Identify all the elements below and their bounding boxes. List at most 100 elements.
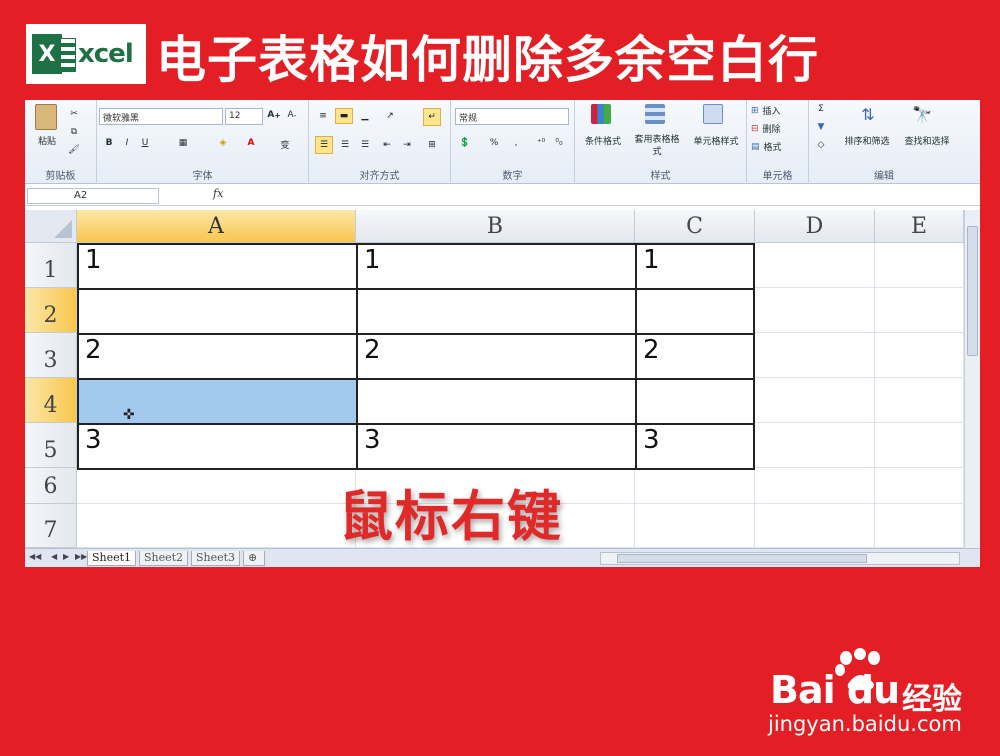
name-box[interactable]: A2 <box>27 188 159 204</box>
row-header-2[interactable]: 2 <box>25 288 77 333</box>
horizontal-scrollbar[interactable] <box>600 552 960 565</box>
conditional-format-button[interactable]: 条件格式 <box>577 134 629 147</box>
fx-icon[interactable]: fx <box>213 187 223 200</box>
bold-button[interactable]: B <box>103 138 115 148</box>
prev-sheet-icon[interactable]: ◀ <box>51 552 57 561</box>
cell-b1[interactable]: 1 <box>356 243 637 290</box>
cell-a7[interactable] <box>77 504 356 548</box>
fill-color-icon[interactable]: ◈ <box>215 138 231 148</box>
autosum-icon[interactable]: Σ <box>813 104 829 114</box>
phonetic-icon[interactable]: 变 <box>277 138 293 151</box>
font-name-select[interactable]: 微软雅黑 <box>99 108 223 125</box>
cell-e2[interactable] <box>875 288 964 333</box>
cell-d5[interactable] <box>755 423 875 468</box>
percent-button[interactable]: % <box>487 138 501 148</box>
paste-button[interactable]: 粘贴 <box>31 134 63 147</box>
row-header-5[interactable]: 5 <box>25 423 77 468</box>
cell-d3[interactable] <box>755 333 875 378</box>
align-right-icon[interactable]: ☰ <box>357 136 373 154</box>
sheet-tab-3[interactable]: Sheet3 <box>191 551 241 566</box>
format-as-table-button[interactable]: 套用表格格式 <box>631 134 683 158</box>
cell-e4[interactable] <box>875 378 964 423</box>
cell-c7[interactable] <box>635 504 755 548</box>
align-top-icon[interactable]: ≡ <box>315 108 331 124</box>
last-sheet-icon[interactable]: ▶▶ <box>75 552 87 561</box>
decrease-indent-icon[interactable]: ⇤ <box>379 136 395 154</box>
cell-e6[interactable] <box>875 468 964 504</box>
first-sheet-icon[interactable]: ◀◀ <box>29 552 41 561</box>
sort-filter-button[interactable]: 排序和筛选 <box>837 134 897 147</box>
cell-a3[interactable]: 2 <box>77 333 358 380</box>
horizontal-scroll-thumb[interactable] <box>617 554 867 563</box>
vertical-scrollbar[interactable] <box>964 210 980 548</box>
align-bottom-icon[interactable]: ▁ <box>357 108 373 124</box>
cell-e5[interactable] <box>875 423 964 468</box>
cell-a1[interactable]: 1 <box>77 243 358 290</box>
cell-b5[interactable]: 3 <box>356 423 637 470</box>
format-cells-button[interactable]: ▤ 格式 <box>751 140 805 154</box>
fill-icon[interactable]: ▼ <box>813 122 829 132</box>
cell-styles-button[interactable]: 单元格样式 <box>685 134 747 147</box>
copy-icon[interactable]: ⧉ <box>67 126 81 138</box>
grow-font-icon[interactable]: A + <box>267 110 281 120</box>
cell-d4[interactable] <box>755 378 875 423</box>
sheet-tab-1[interactable]: Sheet1 <box>87 551 137 566</box>
wrap-text-icon[interactable]: ↵ <box>423 108 441 126</box>
vertical-scroll-thumb[interactable] <box>967 226 978 356</box>
clear-icon[interactable]: ◇ <box>813 140 829 150</box>
row-header-6[interactable]: 6 <box>25 468 77 504</box>
font-size-select[interactable]: 12 <box>225 108 263 125</box>
column-header-c[interactable]: C <box>635 210 755 243</box>
comma-icon[interactable]: , <box>509 138 523 148</box>
row-header-1[interactable]: 1 <box>25 243 77 288</box>
number-format-select[interactable]: 常规 <box>455 108 569 125</box>
decrease-decimal-icon[interactable]: ⁰₀ <box>551 138 567 148</box>
cell-e7[interactable] <box>875 504 964 548</box>
row-header-7[interactable]: 7 <box>25 504 77 548</box>
increase-indent-icon[interactable]: ⇥ <box>399 136 415 154</box>
font-color-icon[interactable]: A <box>243 138 259 148</box>
align-left-icon[interactable]: ☰ <box>315 136 333 154</box>
select-all-corner[interactable] <box>25 210 77 243</box>
cell-c3[interactable]: 2 <box>635 333 755 380</box>
insert-sheet-icon[interactable]: ⊕ <box>243 551 265 566</box>
align-center-icon[interactable]: ☰ <box>337 136 353 154</box>
increase-decimal-icon[interactable]: ⁺⁰ <box>533 138 549 148</box>
column-header-e[interactable]: E <box>875 210 964 243</box>
cell-a2[interactable] <box>77 288 358 335</box>
underline-button[interactable]: U <box>139 138 151 148</box>
cell-b2[interactable] <box>356 288 637 335</box>
cell-a6[interactable] <box>77 468 356 504</box>
cell-e1[interactable] <box>875 243 964 288</box>
row-header-3[interactable]: 3 <box>25 333 77 378</box>
merge-center-icon[interactable]: ⊞ <box>423 136 441 154</box>
column-header-d[interactable]: D <box>755 210 875 243</box>
italic-button[interactable]: I <box>121 138 133 148</box>
cell-d2[interactable] <box>755 288 875 333</box>
sheet-tab-2[interactable]: Sheet2 <box>139 551 189 566</box>
orientation-icon[interactable]: ↗ <box>381 108 399 124</box>
insert-cells-button[interactable]: ⊞ 插入 <box>751 104 805 118</box>
border-icon[interactable]: ▦ <box>175 138 191 148</box>
cell-c5[interactable]: 3 <box>635 423 755 470</box>
currency-icon[interactable]: 💲 <box>457 138 473 148</box>
cell-c4[interactable] <box>635 378 755 425</box>
find-select-button[interactable]: 查找和选择 <box>897 134 957 147</box>
shrink-font-icon[interactable]: A- <box>285 110 299 120</box>
cell-e3[interactable] <box>875 333 964 378</box>
cut-icon[interactable]: ✂ <box>67 108 81 120</box>
cell-c2[interactable] <box>635 288 755 335</box>
cell-b4[interactable] <box>356 378 637 425</box>
column-header-b[interactable]: B <box>356 210 635 243</box>
next-sheet-icon[interactable]: ▶ <box>63 552 69 561</box>
cell-a4[interactable] <box>77 378 358 425</box>
cell-c6[interactable] <box>635 468 755 504</box>
align-middle-icon[interactable]: ▬ <box>335 108 353 124</box>
cell-d1[interactable] <box>755 243 875 288</box>
cell-d6[interactable] <box>755 468 875 504</box>
delete-cells-button[interactable]: ⊟ 删除 <box>751 122 805 136</box>
cell-c1[interactable]: 1 <box>635 243 755 290</box>
row-header-4[interactable]: 4 <box>25 378 77 423</box>
cell-b3[interactable]: 2 <box>356 333 637 380</box>
format-painter-icon[interactable]: 🖌 <box>67 144 81 156</box>
